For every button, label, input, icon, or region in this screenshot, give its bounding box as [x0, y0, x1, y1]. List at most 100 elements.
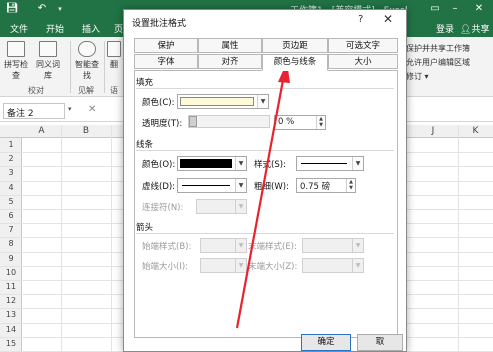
undo-icon[interactable]: ↶: [34, 2, 50, 16]
row-header[interactable]: 9: [0, 254, 22, 263]
share-label: 共享: [471, 25, 490, 35]
share-button[interactable]: 👤︎共享: [460, 22, 489, 35]
column-header-a[interactable]: A: [22, 126, 61, 136]
row-header[interactable]: 7: [0, 225, 22, 234]
end-size-select[interactable]: ▼: [302, 258, 364, 273]
smart-lookup-button[interactable]: 智能查找: [75, 41, 99, 81]
fill-section-label: 填充: [136, 78, 154, 88]
tab-colors-and-lines[interactable]: 颜色与线条: [262, 54, 328, 71]
end-style-select[interactable]: ▼: [302, 238, 364, 253]
row-header[interactable]: 13: [0, 310, 22, 319]
spellcheck-icon: [7, 41, 25, 57]
tab-size[interactable]: 大小: [328, 54, 398, 69]
row-header[interactable]: 8: [0, 239, 22, 248]
dialog-title: 设置批注格式: [132, 19, 187, 29]
connector-select[interactable]: ▼: [196, 199, 247, 214]
spinner-icon[interactable]: ▲ ▼: [346, 179, 355, 192]
person-icon: 👤︎: [460, 25, 472, 35]
group-label-insights: 见解: [78, 86, 94, 95]
row-header[interactable]: 3: [0, 168, 22, 177]
line-color-select[interactable]: ▼: [177, 156, 247, 171]
cancel-icon[interactable]: ✕: [88, 104, 96, 115]
spellcheck-label: 拼写检查: [4, 60, 28, 80]
section-divider: [136, 150, 394, 151]
tab-alt-text[interactable]: 可选文字: [328, 38, 398, 53]
ribbon-display-icon[interactable]: ▭: [426, 2, 444, 16]
chevron-down-icon: ▼: [235, 259, 246, 272]
spellcheck-button[interactable]: 拼写检查: [3, 41, 29, 81]
tab-insert[interactable]: 插入: [82, 22, 100, 35]
translate-button[interactable]: 翻: [106, 41, 122, 70]
transparency-input[interactable]: 0 % ▲ ▼: [274, 115, 326, 130]
row-headers: 1 2 3 4 5 6 7 8 9 10 11 12 13 14 15: [0, 138, 22, 352]
translate-label: 翻: [110, 60, 118, 69]
chevron-down-icon: ▼: [352, 157, 363, 170]
track-changes[interactable]: 修订 ▾: [406, 71, 429, 82]
spinner-icon[interactable]: ▲ ▼: [316, 116, 325, 129]
tab-margins[interactable]: 页边距: [262, 38, 328, 53]
grid-line: [111, 125, 112, 352]
help-icon[interactable]: ?: [358, 14, 363, 25]
save-icon[interactable]: 💾︎: [4, 2, 20, 16]
line-section-label: 线条: [136, 140, 154, 150]
chevron-down-icon: ▼: [257, 95, 268, 108]
column-header-k[interactable]: K: [458, 126, 493, 136]
row-header[interactable]: 14: [0, 325, 22, 334]
tab-alignment[interactable]: 对齐: [198, 54, 262, 69]
format-comment-dialog: 设置批注格式 ? ✕ 保护 属性 页边距 可选文字 字体 对齐 颜色与线条 大小…: [123, 9, 407, 352]
begin-style-select[interactable]: ▼: [200, 238, 247, 253]
row-header[interactable]: 4: [0, 183, 22, 192]
thesaurus-icon: [39, 41, 57, 57]
tab-page-layout[interactable]: 页: [114, 22, 123, 35]
row-header[interactable]: 6: [0, 211, 22, 220]
weight-input[interactable]: 0.75 磅 ▲ ▼: [296, 178, 356, 193]
begin-style-label: 始端样式(B):: [142, 242, 192, 252]
begin-size-select[interactable]: ▼: [200, 258, 247, 273]
tab-file[interactable]: 文件: [10, 22, 28, 35]
smart-lookup-label: 智能查找: [75, 60, 99, 80]
fill-color-select[interactable]: ▼: [177, 94, 269, 109]
chevron-down-icon: ▼: [352, 259, 363, 272]
tab-home[interactable]: 开始: [46, 22, 64, 35]
minimize-icon[interactable]: –: [446, 2, 464, 16]
cancel-button[interactable]: 取: [357, 334, 403, 351]
begin-size-label: 始端大小(I):: [142, 262, 189, 272]
transparency-slider[interactable]: [188, 115, 270, 128]
protect-share-workbook[interactable]: 保护并共享工作簿: [406, 43, 470, 54]
ribbon-separator: [104, 41, 105, 93]
dash-label: 虚线(D):: [142, 182, 176, 192]
tab-protection[interactable]: 保护: [134, 38, 198, 53]
arrows-section-label: 箭头: [136, 223, 154, 233]
smart-lookup-icon: [78, 41, 96, 57]
chevron-down-icon[interactable]: ▾: [68, 105, 72, 113]
allow-edit-ranges[interactable]: 允许用户编辑区域: [406, 57, 470, 68]
dash-select[interactable]: ▼: [177, 178, 247, 193]
line-style-select[interactable]: ▼: [296, 156, 364, 171]
close-window-icon[interactable]: ✕: [470, 2, 488, 16]
thesaurus-button[interactable]: 同义词库: [33, 41, 63, 81]
transparency-slider-thumb[interactable]: [189, 116, 197, 127]
row-header[interactable]: 12: [0, 296, 22, 305]
row-header[interactable]: 10: [0, 268, 22, 277]
transparency-value: 0 %: [278, 117, 295, 127]
grid-line: [458, 125, 459, 352]
tab-properties[interactable]: 属性: [198, 38, 262, 53]
row-header[interactable]: 11: [0, 282, 22, 291]
connector-label: 连接符(N):: [142, 203, 184, 213]
column-header-j[interactable]: J: [408, 126, 458, 136]
row-header[interactable]: 15: [0, 339, 22, 348]
ok-button[interactable]: 确定: [301, 334, 351, 351]
fill-color-label: 颜色(C):: [142, 98, 175, 108]
column-header-b[interactable]: B: [61, 126, 111, 136]
dash-preview: [182, 185, 230, 186]
ribbon-separator: [70, 41, 71, 93]
row-header[interactable]: 2: [0, 154, 22, 163]
row-header[interactable]: 5: [0, 197, 22, 206]
close-icon[interactable]: ✕: [383, 12, 393, 26]
tab-font[interactable]: 字体: [134, 54, 198, 69]
row-header[interactable]: 1: [0, 140, 22, 149]
weight-label: 粗细(W):: [254, 182, 289, 192]
login-link[interactable]: 登录: [436, 22, 454, 35]
name-box[interactable]: 备注 2: [3, 103, 65, 119]
chevron-down-icon[interactable]: ▾: [52, 2, 68, 16]
